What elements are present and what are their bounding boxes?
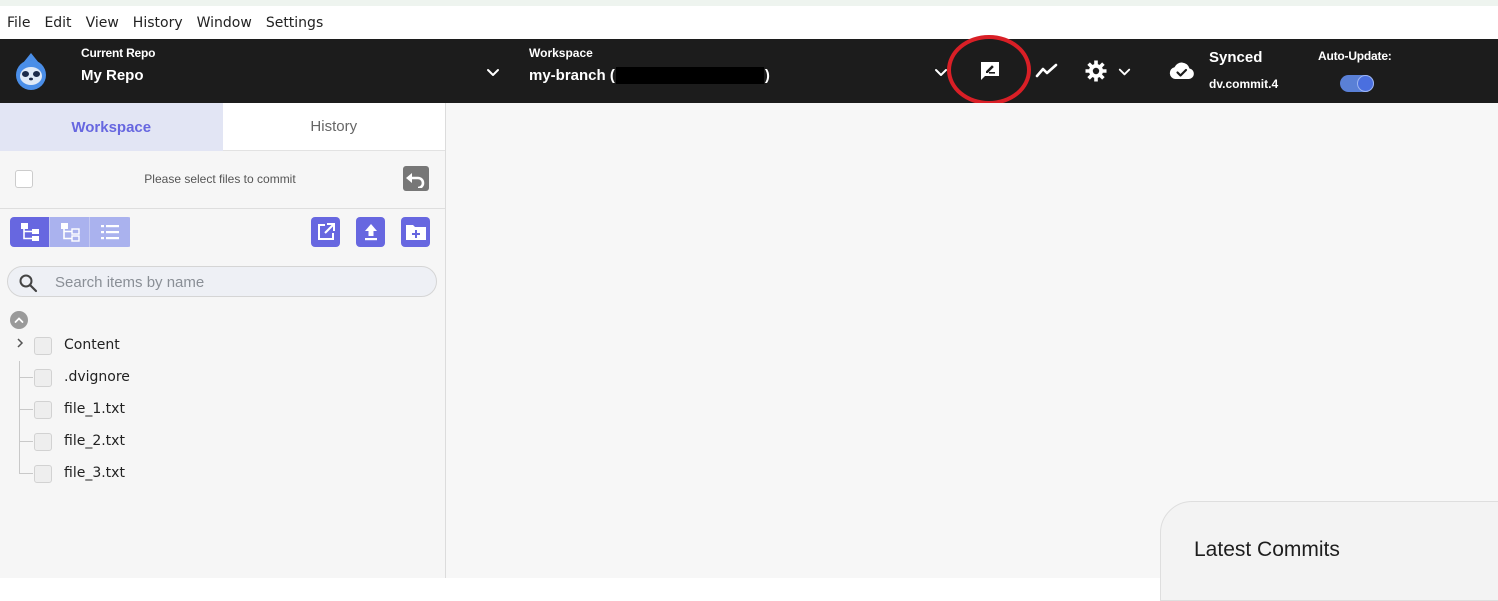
settings-chevron-down-icon[interactable] bbox=[1116, 63, 1133, 80]
latest-commits-panel: Latest Commits bbox=[1160, 501, 1498, 601]
sync-commit: dv.commit.4 bbox=[1209, 77, 1279, 91]
repo-name[interactable]: My Repo bbox=[81, 67, 144, 84]
new-folder-icon bbox=[405, 225, 426, 240]
tree-item-file: file_3.txt bbox=[0, 457, 445, 489]
upload-icon bbox=[364, 224, 377, 241]
comment-edit-icon bbox=[981, 62, 999, 80]
tree-item-label[interactable]: file_3.txt bbox=[64, 465, 125, 481]
menu-settings[interactable]: Settings bbox=[266, 15, 323, 31]
redacted-block bbox=[615, 67, 764, 84]
chevron-up-icon bbox=[14, 317, 24, 323]
collapse-all-button[interactable] bbox=[10, 311, 28, 329]
tree-item-checkbox[interactable] bbox=[34, 401, 52, 419]
tree-view-button[interactable] bbox=[10, 217, 50, 247]
menu-edit[interactable]: Edit bbox=[44, 15, 71, 31]
commit-prompt: Please select files to commit bbox=[144, 172, 296, 186]
workspace-name-prefix: my-branch ( bbox=[529, 67, 615, 84]
menu-window[interactable]: Window bbox=[197, 15, 252, 31]
gear-icon[interactable] bbox=[1084, 59, 1108, 83]
tree-connector bbox=[19, 457, 20, 474]
latest-commits-title: Latest Commits bbox=[1194, 538, 1340, 561]
menu-view[interactable]: View bbox=[86, 15, 119, 31]
tree-item-label[interactable]: Content bbox=[64, 337, 120, 353]
undo-button[interactable] bbox=[403, 166, 429, 191]
workspace-chevron-down-icon[interactable] bbox=[932, 63, 950, 81]
tree-item-folder: Content bbox=[0, 329, 445, 361]
menu-bar: File Edit View History Window Settings bbox=[0, 6, 1498, 39]
tree-branch bbox=[19, 377, 33, 378]
sidebar-tabs: Workspace History bbox=[0, 103, 445, 151]
tree-item-file: file_2.txt bbox=[0, 425, 445, 457]
chevron-right-icon[interactable] bbox=[14, 337, 26, 349]
search-input[interactable] bbox=[55, 271, 425, 293]
open-external-icon bbox=[317, 223, 335, 240]
open-external-button[interactable] bbox=[311, 217, 340, 247]
sloth-logo-icon bbox=[12, 51, 50, 91]
comment-edit-button[interactable] bbox=[975, 56, 1005, 86]
current-repo-label: Current Repo bbox=[81, 46, 156, 60]
cloud-check-icon bbox=[1168, 59, 1196, 83]
changes-tree-icon bbox=[60, 223, 80, 242]
search-icon bbox=[19, 274, 38, 293]
search-box bbox=[7, 266, 437, 297]
tree-item-checkbox[interactable] bbox=[34, 465, 52, 483]
changes-tree-view-button[interactable] bbox=[50, 217, 90, 247]
tree-branch bbox=[19, 409, 33, 410]
tab-workspace[interactable]: Workspace bbox=[0, 103, 223, 151]
file-tree: Content .dvignore file_1.txt file_2.txt … bbox=[0, 329, 445, 489]
menu-history[interactable]: History bbox=[133, 15, 183, 31]
sync-status: Synced bbox=[1209, 49, 1263, 66]
auto-update-label: Auto-Update: bbox=[1318, 49, 1392, 63]
activity-graph-icon[interactable] bbox=[1034, 59, 1060, 83]
tree-item-file: file_1.txt bbox=[0, 393, 445, 425]
upload-button[interactable] bbox=[356, 217, 385, 247]
workspace-name[interactable]: my-branch ( ) bbox=[529, 67, 770, 84]
sidebar: Workspace History Please select files to… bbox=[0, 103, 446, 578]
menu-file[interactable]: File bbox=[7, 15, 30, 31]
tree-item-checkbox[interactable] bbox=[34, 369, 52, 387]
commit-row: Please select files to commit bbox=[0, 151, 445, 209]
auto-update-toggle[interactable] bbox=[1340, 75, 1374, 92]
undo-icon bbox=[406, 172, 425, 188]
tree-view-icon bbox=[20, 223, 39, 241]
tree-item-checkbox[interactable] bbox=[34, 433, 52, 451]
tree-item-label[interactable]: file_1.txt bbox=[64, 401, 125, 417]
workspace-name-suffix: ) bbox=[764, 67, 770, 84]
view-mode-group bbox=[10, 217, 132, 247]
app-header: Current Repo My Repo Workspace my-branch… bbox=[0, 35, 1498, 105]
list-view-icon bbox=[101, 225, 119, 240]
workspace-label: Workspace bbox=[529, 46, 593, 60]
list-view-button[interactable] bbox=[90, 217, 130, 247]
tree-branch bbox=[19, 441, 33, 442]
tree-item-checkbox[interactable] bbox=[34, 337, 52, 355]
tree-item-file: .dvignore bbox=[0, 361, 445, 393]
tab-history[interactable]: History bbox=[222, 103, 445, 151]
tree-item-label[interactable]: .dvignore bbox=[64, 369, 130, 385]
main-panel: Latest Commits bbox=[446, 103, 1498, 601]
repo-chevron-down-icon[interactable] bbox=[484, 63, 502, 81]
tree-item-label[interactable]: file_2.txt bbox=[64, 433, 125, 449]
tree-branch bbox=[19, 473, 33, 474]
new-folder-button[interactable] bbox=[401, 217, 430, 247]
